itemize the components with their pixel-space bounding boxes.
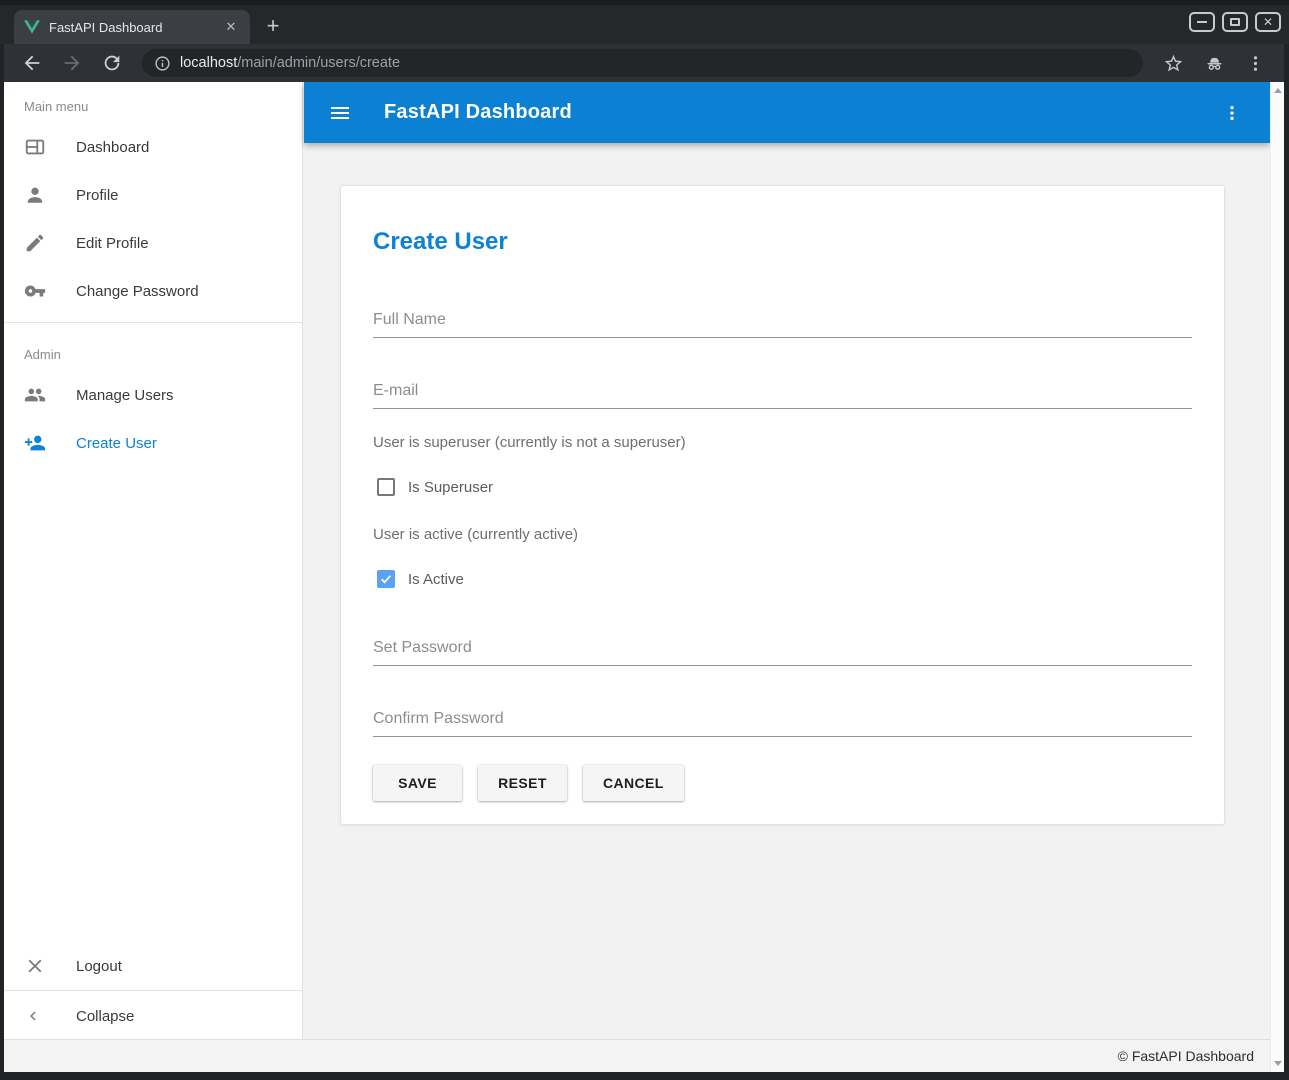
person-icon [24,184,46,206]
sidebar-item-logout[interactable]: Logout [4,942,302,990]
sidebar-item-label: Dashboard [76,139,149,156]
pencil-icon [24,232,46,254]
key-icon [24,280,46,302]
app-header: FastAPI Dashboard [304,82,1270,143]
close-icon [24,955,46,977]
create-user-card: Create User User is superuser (currently… [340,185,1225,825]
window-maximize-button[interactable] [1222,12,1248,32]
hamburger-menu-icon[interactable] [328,101,352,125]
confirm-password-field[interactable] [373,710,1192,737]
active-hint: User is active (currently active) [373,526,1192,543]
form-buttons: SAVE RESET CANCEL [373,765,1192,801]
app-kebab-menu-icon[interactable] [1222,103,1242,123]
window-close-button[interactable]: ✕ [1255,12,1281,32]
scroll-up-arrow-icon[interactable] [1274,88,1282,93]
sidebar-item-change-password[interactable]: Change Password [4,267,302,315]
superuser-hint: User is superuser (currently is not a su… [373,434,1192,451]
sidebar-item-label: Profile [76,187,119,204]
sidebar-item-label: Edit Profile [76,235,149,252]
sidebar-item-label: Logout [76,958,122,975]
active-checkbox-row: Is Active [373,567,1192,591]
is-active-checkbox[interactable] [377,570,395,588]
sidebar-item-dashboard[interactable]: Dashboard [4,123,302,171]
sidebar-item-collapse[interactable]: Collapse [4,993,302,1039]
sidebar-item-manage-users[interactable]: Manage Users [4,371,302,419]
url-text: localhost/main/admin/users/create [180,55,400,71]
reset-button[interactable]: RESET [478,765,567,801]
superuser-checkbox-row: Is Superuser [373,475,1192,499]
page-footer: © FastAPI Dashboard [4,1039,1270,1072]
tab-title: FastAPI Dashboard [49,20,222,35]
browser-tab-bar: FastAPI Dashboard ✕ + ✕ [0,0,1289,44]
address-bar[interactable]: localhost/main/admin/users/create [142,49,1143,77]
set-password-field[interactable] [373,639,1192,666]
scroll-down-arrow-icon[interactable] [1274,1061,1282,1066]
person-add-icon [24,432,46,454]
sidebar-divider [4,322,302,323]
page-title: Create User [373,228,1192,256]
new-tab-button[interactable]: + [261,14,285,38]
save-button[interactable]: SAVE [373,765,462,801]
vertical-scrollbar[interactable] [1270,82,1284,1072]
cancel-button[interactable]: CANCEL [583,765,684,801]
info-icon[interactable] [154,55,171,72]
page-content: Main menu Dashboard Profile Edit Profile [4,82,1284,1072]
browser-tab[interactable]: FastAPI Dashboard ✕ [14,10,250,44]
app-title: FastAPI Dashboard [384,101,572,124]
sidebar-item-profile[interactable]: Profile [4,171,302,219]
email-field[interactable] [373,382,1192,409]
browser-menu-kebab-icon[interactable] [1245,53,1266,74]
window-minimize-button[interactable] [1189,12,1215,32]
sidebar-item-label: Create User [76,435,157,452]
is-superuser-label: Is Superuser [408,479,493,496]
incognito-icon[interactable] [1204,53,1225,74]
reload-button[interactable] [101,52,123,74]
sidebar-item-create-user[interactable]: Create User [4,419,302,467]
sidebar-spacer [4,467,302,942]
copyright-text: © FastAPI Dashboard [1118,1048,1254,1064]
sidebar: Main menu Dashboard Profile Edit Profile [4,82,303,1039]
forward-button[interactable] [61,52,83,74]
chevron-left-icon [24,1007,42,1025]
star-icon[interactable] [1163,53,1184,74]
dashboard-icon [24,136,46,158]
sidebar-divider [4,990,302,991]
vue-logo-icon [24,20,40,34]
browser-toolbar: localhost/main/admin/users/create [4,44,1284,82]
window-controls: ✕ [1189,12,1281,32]
full-name-field[interactable] [373,311,1192,338]
tab-close-icon[interactable]: ✕ [222,18,240,36]
sidebar-item-label: Change Password [76,283,199,300]
sidebar-item-label: Manage Users [76,387,174,404]
sidebar-item-edit-profile[interactable]: Edit Profile [4,219,302,267]
is-superuser-checkbox[interactable] [377,478,395,496]
sidebar-section-admin: Admin [4,330,302,371]
back-button[interactable] [21,52,43,74]
sidebar-section-main-menu: Main menu [4,82,302,123]
people-icon [24,384,46,406]
is-active-label: Is Active [408,571,464,588]
sidebar-item-label: Collapse [76,1008,134,1025]
